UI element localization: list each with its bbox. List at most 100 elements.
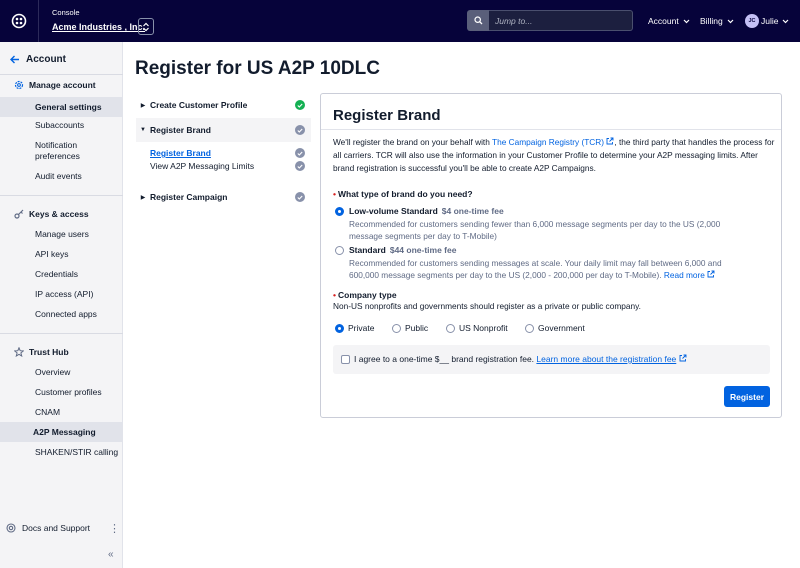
collapse-sidebar-icon[interactable]: « <box>108 549 114 560</box>
card-title: Register Brand <box>333 107 441 124</box>
sidebar-item-audit-events[interactable]: Audit events <box>0 171 122 181</box>
sidebar-group-trust-hub[interactable]: Trust Hub <box>14 347 69 357</box>
question-label: What type of brand do you need? <box>337 189 473 199</box>
step-create-customer-profile[interactable]: ▶ Create Customer Profile <box>136 93 311 117</box>
standard-option-title: Standard $44 one-time fee <box>349 245 456 255</box>
substep-view-limits[interactable]: View A2P Messaging Limits <box>150 161 311 171</box>
company-type-help: Non-US nonprofits and governments should… <box>333 301 641 311</box>
option-fee: $44 one-time fee <box>389 245 457 255</box>
register-brand-card: Register Brand We'll register the brand … <box>320 93 782 418</box>
sidebar-group-keys-access[interactable]: Keys & access <box>14 209 89 219</box>
billing-menu[interactable]: Billing <box>700 16 734 26</box>
check-circle-icon <box>295 192 305 202</box>
card-divider <box>321 129 781 130</box>
sidebar-group-label: Trust Hub <box>29 347 69 357</box>
sidebar-item-overview[interactable]: Overview <box>0 367 122 377</box>
caret-down-icon: ▼ <box>140 127 146 133</box>
option-name: Standard <box>349 245 386 255</box>
sidebar-item-credentials[interactable]: Credentials <box>0 269 122 279</box>
step-label: Create Customer Profile <box>150 100 248 110</box>
read-more-label: Read more <box>663 270 705 280</box>
search-icon <box>473 16 482 25</box>
twilio-logo-icon[interactable] <box>11 13 27 29</box>
console-label: Console <box>52 8 80 17</box>
sidebar-item-label: Notification <box>35 140 78 150</box>
step-label: Register Campaign <box>150 192 228 202</box>
account-menu[interactable]: Account <box>648 16 690 26</box>
user-avatar[interactable]: JC <box>745 14 759 28</box>
sidebar-divider <box>0 333 123 334</box>
step-register-brand[interactable]: ▼ Register Brand <box>136 118 311 142</box>
substep-label: Register Brand <box>150 148 211 158</box>
sidebar-group-label: Keys & access <box>29 209 89 219</box>
external-link-icon <box>679 354 687 362</box>
sidebar-item-cnam[interactable]: CNAM <box>0 407 122 417</box>
tcr-link-label: The Campaign Registry (TCR) <box>492 137 605 147</box>
sidebar-divider <box>0 74 123 75</box>
register-button[interactable]: Register <box>724 386 770 407</box>
topbar-divider <box>38 0 39 42</box>
agree-label: I agree to a one-time $__ brand registra… <box>354 354 535 364</box>
sidebar-item-subaccounts[interactable]: Subaccounts <box>0 120 122 130</box>
jump-to-search-input[interactable] <box>489 10 633 31</box>
sidebar-group-manage-account[interactable]: Manage account <box>14 80 96 90</box>
check-circle-icon <box>295 125 305 135</box>
sidebar-item-a2p-messaging[interactable]: A2P Messaging <box>0 422 122 442</box>
account-switcher-button[interactable] <box>138 18 154 35</box>
substep-label: View A2P Messaging Limits <box>150 161 255 171</box>
low-volume-radio[interactable] <box>335 207 344 216</box>
sidebar-item-manage-users[interactable]: Manage users <box>0 229 122 239</box>
external-link-icon <box>707 270 715 278</box>
docs-label: Docs and Support <box>22 523 91 533</box>
back-label: Account <box>26 54 66 65</box>
star-icon <box>14 347 24 357</box>
option-name: Low-volume Standard <box>349 206 438 216</box>
intro-text-part: We'll register the brand on your behalf … <box>333 137 493 147</box>
user-menu[interactable]: Julie <box>761 16 789 26</box>
sidebar-item-customer-profiles[interactable]: Customer profiles <box>0 387 122 397</box>
fee-link-label: Learn more about the registration fee <box>536 354 677 364</box>
fee-agreement-box: I agree to a one-time $__ brand registra… <box>333 345 770 374</box>
company-type-private-label: Private <box>348 323 375 333</box>
page-title: Register for US A2P 10DLC <box>135 58 380 79</box>
sidebar-item-shaken-stir[interactable]: SHAKEN/STIR calling <box>0 447 122 457</box>
sidebar-item-notification-preferences[interactable]: Notification preferences <box>0 140 122 162</box>
company-type-us-nonprofit-radio[interactable] <box>446 324 455 333</box>
sidebar-item-connected-apps[interactable]: Connected apps <box>0 309 122 319</box>
company-type-private-radio[interactable] <box>335 324 344 333</box>
step-register-campaign[interactable]: ▶ Register Campaign <box>136 185 311 209</box>
fee-agreement-checkbox[interactable] <box>341 355 350 364</box>
gear-icon <box>14 80 24 90</box>
sidebar-item-general-settings[interactable]: General settings <box>0 97 122 117</box>
user-name: Julie <box>761 16 779 26</box>
question-label: Company type <box>337 290 397 300</box>
billing-menu-label: Billing <box>700 16 723 26</box>
substep-register-brand[interactable]: Register Brand <box>150 148 311 158</box>
company-type-government-radio[interactable] <box>525 324 534 333</box>
more-options-icon[interactable]: ⋮ <box>109 522 120 535</box>
tcr-link[interactable]: The Campaign Registry (TCR) <box>492 137 614 147</box>
company-type-us-nonprofit-label: US Nonprofit <box>459 323 508 333</box>
low-volume-description: Recommended for customers sending fewer … <box>349 219 721 241</box>
company-type-question: • Company type <box>333 290 397 300</box>
back-to-account-link[interactable]: Account <box>10 54 66 65</box>
check-circle-icon <box>295 100 305 110</box>
step-label: Register Brand <box>150 125 211 135</box>
sidebar-item-ip-access[interactable]: IP access (API) <box>0 289 122 299</box>
chevron-down-icon <box>783 19 789 23</box>
standard-radio[interactable] <box>335 246 344 255</box>
top-navigation-bar: Console Acme Industries , Inc. Account B… <box>0 0 800 42</box>
intro-text: We'll register the brand on your behalf … <box>333 136 775 175</box>
required-marker: • <box>333 290 336 300</box>
sidebar-item-api-keys[interactable]: API keys <box>0 249 122 259</box>
support-icon <box>6 523 16 533</box>
registration-fee-link[interactable]: Learn more about the registration fee <box>536 354 676 364</box>
read-more-link[interactable]: Read more <box>664 270 715 280</box>
account-name-link[interactable]: Acme Industries , Inc. <box>52 22 145 32</box>
docs-and-support-link[interactable]: Docs and Support <box>6 523 90 533</box>
search-button[interactable] <box>467 10 489 31</box>
company-type-public-radio[interactable] <box>392 324 401 333</box>
caret-right-icon: ▶ <box>140 194 146 201</box>
caret-right-icon: ▶ <box>140 102 146 109</box>
arrow-left-icon <box>10 55 19 64</box>
